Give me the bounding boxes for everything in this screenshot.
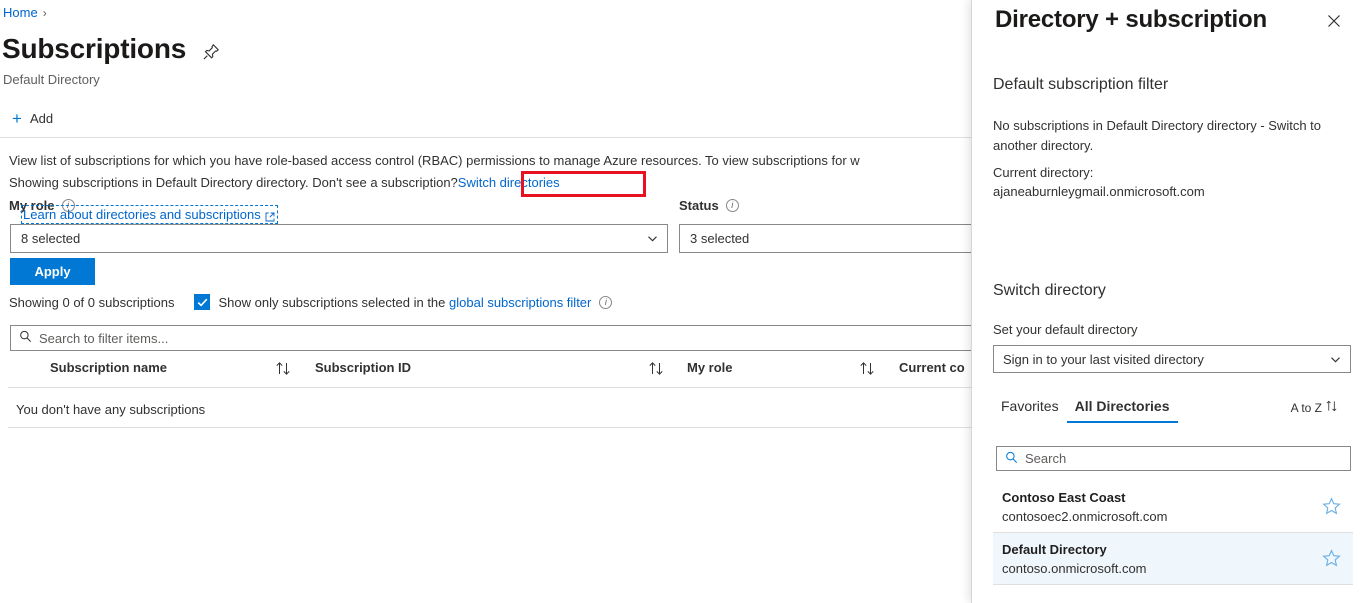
- star-outline-icon[interactable]: [1322, 497, 1341, 516]
- global-subscriptions-filter-link[interactable]: global subscriptions filter: [449, 295, 591, 310]
- status-dropdown-value: 3 selected: [690, 231, 971, 246]
- tab-favorites[interactable]: Favorites: [993, 398, 1067, 423]
- pin-icon[interactable]: [202, 43, 220, 61]
- command-bar: + Add: [0, 100, 971, 137]
- default-directory-dropdown[interactable]: Sign in to your last visited directory: [993, 345, 1351, 373]
- results-summary-row: Showing 0 of 0 subscriptions Show only s…: [9, 294, 612, 310]
- list-item[interactable]: Contoso East Coast contosoec2.onmicrosof…: [993, 481, 1353, 533]
- directory-search-input[interactable]: Search: [996, 446, 1351, 471]
- breadcrumb-chevron-icon: ›: [43, 4, 47, 22]
- plus-icon: +: [12, 112, 22, 126]
- page-title-row: Subscriptions: [2, 30, 220, 68]
- search-icon: [1005, 451, 1018, 467]
- chevron-down-icon: [646, 232, 659, 245]
- status-filter-label: Status i: [679, 198, 739, 213]
- set-default-directory-label: Set your default directory: [993, 322, 1138, 337]
- command-bar-divider: [0, 137, 971, 138]
- breadcrumb-home-link[interactable]: Home: [3, 4, 38, 22]
- status-info-icon[interactable]: i: [726, 199, 739, 212]
- learn-about-directories-link[interactable]: Learn about directories and subscription…: [22, 206, 277, 223]
- apply-button[interactable]: Apply: [10, 258, 95, 285]
- directory-domain: contoso.onmicrosoft.com: [1002, 559, 1322, 578]
- search-filter-input[interactable]: Search to filter items...: [10, 325, 971, 351]
- sort-icon[interactable]: [648, 361, 665, 376]
- sort-a-to-z-label: A to Z: [1291, 401, 1322, 415]
- current-directory-label: Current directory:: [993, 163, 1343, 183]
- my-role-dropdown-value: 8 selected: [21, 231, 646, 246]
- sort-icon[interactable]: [275, 361, 292, 376]
- tab-all-directories[interactable]: All Directories: [1067, 398, 1178, 423]
- page-subtitle: Default Directory: [3, 71, 100, 88]
- star-outline-icon[interactable]: [1322, 549, 1341, 568]
- description-line-2-text: Showing subscriptions in Default Directo…: [9, 175, 458, 190]
- sort-a-to-z-button[interactable]: A to Z: [1291, 400, 1339, 415]
- no-subscriptions-text: No subscriptions in Default Directory di…: [993, 116, 1343, 156]
- default-subscription-filter-heading: Default subscription filter: [993, 74, 1168, 96]
- directory-tabs: Favorites All Directories: [993, 398, 1283, 423]
- sort-icon: [1325, 400, 1339, 415]
- chevron-down-icon: [1329, 353, 1342, 366]
- switch-directories-link[interactable]: Switch directories: [458, 175, 560, 190]
- add-button-label: Add: [30, 111, 53, 126]
- description-line-1: View list of subscriptions for which you…: [9, 150, 971, 172]
- column-header-subscription-id[interactable]: Subscription ID: [315, 360, 411, 375]
- learn-link-label: Learn about directories and subscription…: [23, 207, 261, 222]
- status-dropdown[interactable]: 3 selected: [679, 224, 971, 253]
- azure-portal-screen: Home › Subscriptions Default Directory +…: [0, 0, 1363, 603]
- table-header-row: Subscription name Subscription ID My rol…: [0, 360, 971, 386]
- status-label-text: Status: [679, 198, 719, 213]
- subscriptions-blade: Home › Subscriptions Default Directory +…: [0, 0, 971, 603]
- panel-title: Directory + subscription: [995, 3, 1267, 37]
- directory-name: Contoso East Coast: [1002, 488, 1322, 507]
- directory-info: Default Directory contoso.onmicrosoft.co…: [1002, 540, 1322, 578]
- search-icon: [19, 330, 32, 346]
- directory-search-placeholder: Search: [1025, 451, 1066, 466]
- table-row-divider: [8, 427, 971, 428]
- switch-directory-heading: Switch directory: [993, 280, 1106, 302]
- external-link-icon: [265, 210, 275, 220]
- description-line-2: Showing subscriptions in Default Directo…: [9, 172, 560, 194]
- my-role-dropdown[interactable]: 8 selected: [10, 224, 668, 253]
- column-header-my-role[interactable]: My role: [687, 360, 733, 375]
- default-directory-dropdown-value: Sign in to your last visited directory: [1003, 352, 1329, 367]
- showing-count-text: Showing 0 of 0 subscriptions: [9, 295, 174, 310]
- directory-name: Default Directory: [1002, 540, 1322, 559]
- close-icon[interactable]: [1321, 8, 1347, 34]
- list-item[interactable]: Default Directory contoso.onmicrosoft.co…: [993, 533, 1353, 585]
- column-header-current-cost[interactable]: Current co: [899, 360, 965, 375]
- search-filter-placeholder: Search to filter items...: [39, 331, 168, 346]
- global-filter-checkbox[interactable]: [194, 294, 210, 310]
- table-empty-message: You don't have any subscriptions: [16, 402, 205, 417]
- directory-domain: contosoec2.onmicrosoft.com: [1002, 507, 1322, 526]
- table-header-divider: [8, 387, 971, 388]
- column-header-subscription-name[interactable]: Subscription name: [50, 360, 167, 375]
- directory-list: Contoso East Coast contosoec2.onmicrosof…: [993, 481, 1353, 585]
- global-filter-checkbox-label: Show only subscriptions selected in the: [218, 295, 445, 310]
- add-subscription-button[interactable]: + Add: [12, 108, 59, 129]
- sort-icon[interactable]: [859, 361, 876, 376]
- breadcrumb: Home ›: [3, 4, 47, 22]
- current-directory-value: ajaneaburnleygmail.onmicrosoft.com: [993, 182, 1343, 202]
- page-title: Subscriptions: [2, 30, 186, 68]
- directory-info: Contoso East Coast contosoec2.onmicrosof…: [1002, 488, 1322, 526]
- global-filter-info-icon[interactable]: i: [599, 296, 612, 309]
